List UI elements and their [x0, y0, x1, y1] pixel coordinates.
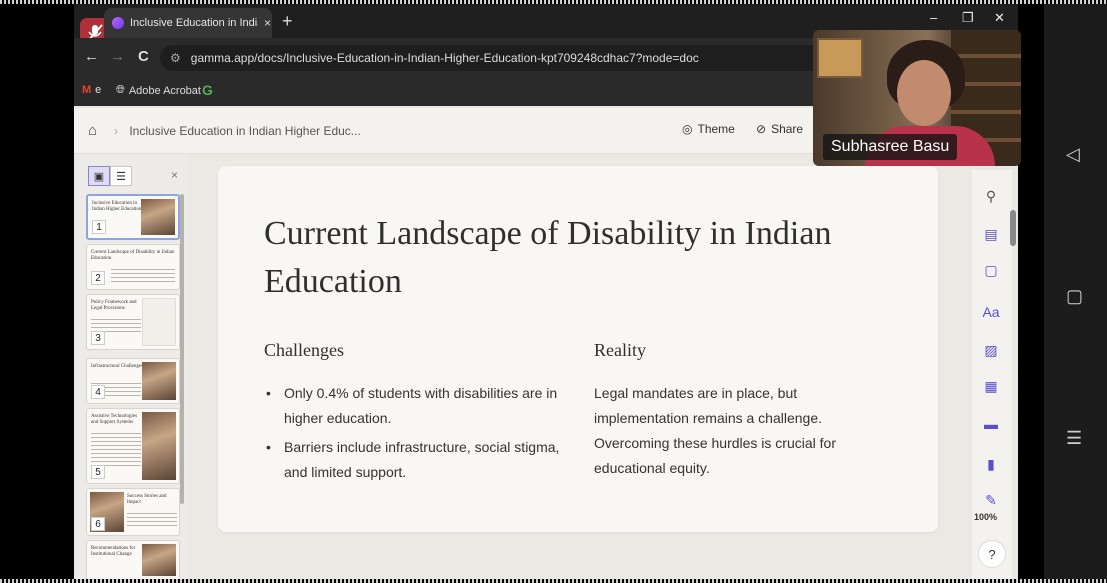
reality-column: Reality Legal mandates are in place, but… [594, 340, 894, 481]
theme-button[interactable]: ◎ Theme [682, 122, 735, 136]
breadcrumb-doc-title: Inclusive Education in Indian Higher Edu… [129, 124, 361, 138]
url-text: gamma.app/docs/Inclusive-Education-in-In… [190, 51, 699, 65]
thumbnail-title: Assistive Technologies and Support Syste… [91, 414, 138, 425]
thumbnail-photo [142, 412, 176, 480]
search-icon[interactable]: ⚲ [980, 186, 1002, 206]
thumbnail-title: Success Stories and Impact [127, 494, 167, 505]
minimize-button[interactable]: – [930, 10, 937, 25]
close-window-button[interactable]: ✕ [994, 10, 1005, 26]
link-icon: ⊘ [756, 122, 767, 136]
thumbnail-photo [142, 362, 176, 400]
address-bar[interactable]: ⚙ gamma.app/docs/Inclusive-Education-in-… [160, 45, 900, 71]
thumbnail-title: Infrastructural Challenges [91, 364, 144, 369]
bookmark-gmail[interactable]: M e [82, 84, 101, 96]
share-label: Share [771, 122, 804, 136]
thumbnail-number: 4 [91, 385, 105, 399]
slide-thumbnail-3[interactable]: Policy Framework and Legal Provisions 3 [86, 294, 180, 350]
reality-heading: Reality [594, 340, 646, 360]
thumbnail-number: 2 [91, 271, 105, 285]
participant-name: Subhasree Basu [823, 134, 958, 160]
slide-thumbnail-1[interactable]: Inclusive Education in Indian Higher Edu… [86, 194, 180, 240]
tab-title: Inclusive Education in Indian Hi [130, 17, 258, 29]
thumbnail-title: Current Landscape of Disability in India… [91, 250, 175, 261]
screen: Inclusive Education in Indian Hi × + – ❐… [0, 0, 1107, 583]
bookmark-label: Adobe Acrobat [128, 84, 201, 97]
theme-label: Theme [697, 122, 735, 136]
list-view-icon[interactable]: ☰ [110, 166, 132, 186]
forward-button[interactable]: → [110, 48, 125, 65]
grammarly-icon[interactable]: G [202, 82, 213, 98]
close-panel-button[interactable]: × [171, 168, 178, 182]
list-item: Only 0.4% of students with disabilities … [264, 381, 564, 431]
text-style-icon[interactable]: Aa [980, 302, 1002, 322]
challenges-list: Only 0.4% of students with disabilities … [264, 381, 564, 485]
video-call-overlay[interactable]: Subhasree Basu [813, 30, 1021, 166]
page-scrollbar[interactable] [1010, 210, 1016, 246]
thumbnail-number: 5 [91, 465, 105, 479]
thumbnail-text-lines [91, 433, 141, 467]
slide-thumbnail-4[interactable]: Infrastructural Challenges 4 [86, 358, 180, 404]
gamma-favicon-icon [112, 17, 124, 29]
thumbnail-photo [141, 199, 175, 235]
thumbnail-title: Recommendations for Institutional Change [91, 546, 136, 557]
breadcrumb[interactable]: › Inclusive Education in Indian Higher E… [114, 124, 361, 138]
thumbnail-number: 6 [91, 517, 105, 531]
help-button[interactable]: ? [978, 540, 1006, 568]
tab-close-button[interactable]: × [264, 16, 271, 30]
layout-icon[interactable]: ▢ [980, 260, 1002, 280]
add-card-icon[interactable]: ▤ [980, 224, 1002, 244]
thumbnail-number: 3 [91, 331, 105, 345]
list-item: Barriers include infrastructure, social … [264, 435, 564, 485]
bookmark-adobe-acrobat[interactable]: 🌐︎ Adobe Acrobat [116, 84, 201, 97]
maximize-button[interactable]: ❐ [962, 10, 974, 26]
bottom-border [0, 579, 1107, 583]
back-triangle-icon[interactable]: ◁ [1066, 144, 1080, 165]
home-square-icon[interactable]: ▢ [1066, 286, 1083, 307]
challenges-heading: Challenges [264, 340, 344, 360]
reload-button[interactable]: C [138, 48, 149, 65]
palette-icon: ◎ [682, 122, 693, 136]
slide-canvas: Current Landscape of Disability in India… [192, 154, 972, 579]
thumbnail-title: Policy Framework and Legal Provisions [91, 300, 137, 311]
thumbnail-photo [142, 544, 176, 576]
recents-menu-icon[interactable]: ☰ [1066, 428, 1082, 449]
image-icon[interactable]: ▨ [980, 340, 1002, 360]
gmail-icon: M [82, 84, 92, 96]
share-button[interactable]: ⊘ Share [756, 122, 803, 136]
chevron-right-icon: › [114, 124, 118, 138]
slide-thumbnail-7[interactable]: Recommendations for Institutional Change [86, 540, 180, 579]
reality-text: Legal mandates are in place, but impleme… [594, 385, 836, 476]
slide-title: Current Landscape of Disability in India… [264, 215, 832, 300]
thumbnail-view-icon[interactable]: ▣ [88, 166, 110, 186]
panel-view-toggle: ▣ ☰ [88, 166, 132, 186]
thumbnail-text-lines [111, 269, 175, 285]
site-settings-icon[interactable]: ⚙ [170, 51, 181, 65]
chart-icon[interactable]: ▮ [980, 454, 1002, 474]
globe-icon: 🌐︎ [116, 84, 125, 96]
slide-thumbnail-5[interactable]: Assistive Technologies and Support Syste… [86, 408, 180, 484]
participant-face [897, 60, 951, 126]
thumbnail-title: Inclusive Education in Indian Higher Edu… [92, 201, 142, 212]
home-icon[interactable]: ⌂ [88, 122, 97, 139]
thumbnail-photo [142, 298, 176, 346]
bookmark-label: e [95, 84, 102, 96]
slide-card[interactable]: Current Landscape of Disability in India… [218, 166, 938, 532]
panel-scrollbar[interactable] [180, 194, 184, 504]
wall-picture [817, 38, 863, 78]
thumbnail-text-lines [127, 513, 177, 529]
browser-tab[interactable]: Inclusive Education in Indian Hi × [104, 8, 272, 38]
challenges-column: Challenges Only 0.4% of students with di… [264, 340, 564, 489]
slides-panel: ▣ ☰ × Inclusive Education in Indian High… [78, 154, 188, 579]
grid-icon[interactable]: ▦ [980, 376, 1002, 396]
back-button[interactable]: ← [84, 48, 99, 65]
system-nav-bar: ◁ ▢ ☰ [1044, 4, 1107, 579]
new-tab-button[interactable]: + [282, 11, 293, 32]
slide-thumbnail-2[interactable]: Current Landscape of Disability in India… [86, 244, 180, 290]
slide-thumbnail-6[interactable]: Success Stories and Impact 6 [86, 488, 180, 536]
edit-icon[interactable]: ✎ [980, 490, 1002, 510]
thumbnail-number: 1 [92, 220, 106, 234]
zoom-level[interactable]: 100% [974, 512, 997, 522]
button-block-icon[interactable]: ▬ [980, 414, 1002, 434]
tools-rail: ⚲ ▤ ▢ Aa ▨ ▦ ▬ ▮ ✎ 100% ? [972, 170, 1012, 579]
